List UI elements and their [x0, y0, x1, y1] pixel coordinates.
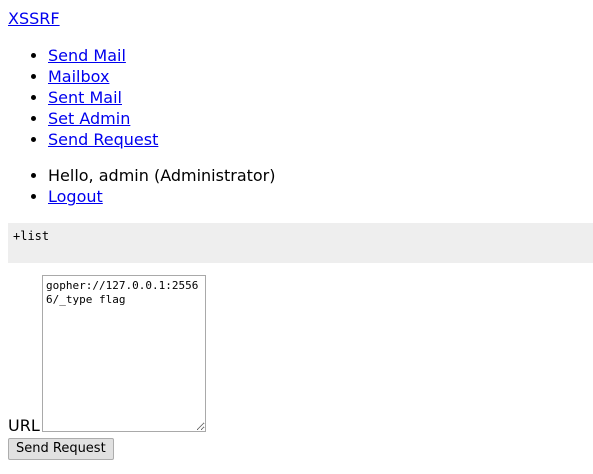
nav-item-sent-mail: Sent Mail — [48, 87, 593, 108]
mailbox-link[interactable]: Mailbox — [48, 67, 109, 86]
user-menu: Hello, admin (Administrator) Logout — [0, 165, 593, 207]
url-input[interactable]: gopher://127.0.0.1:25566/_type flag — [42, 275, 206, 432]
sent-mail-link[interactable]: Sent Mail — [48, 88, 122, 107]
brand-link[interactable]: XSSRF — [8, 8, 60, 30]
send-request-button[interactable]: Send Request — [8, 438, 114, 460]
logout-link[interactable]: Logout — [48, 187, 103, 206]
nav-item-send-request: Send Request — [48, 129, 593, 150]
nav-item-set-admin: Set Admin — [48, 108, 593, 129]
nav-item-send-mail: Send Mail — [48, 45, 593, 66]
send-mail-link[interactable]: Send Mail — [48, 46, 126, 65]
response-output: +list — [8, 223, 593, 263]
user-greeting: Hello, admin (Administrator) — [48, 165, 593, 186]
user-logout-item: Logout — [48, 186, 593, 207]
url-label: URL — [8, 416, 40, 435]
nav-menu: Send Mail Mailbox Sent Mail Set Admin Se… — [0, 45, 593, 150]
set-admin-link[interactable]: Set Admin — [48, 109, 130, 128]
nav-item-mailbox: Mailbox — [48, 66, 593, 87]
send-request-link[interactable]: Send Request — [48, 130, 158, 149]
